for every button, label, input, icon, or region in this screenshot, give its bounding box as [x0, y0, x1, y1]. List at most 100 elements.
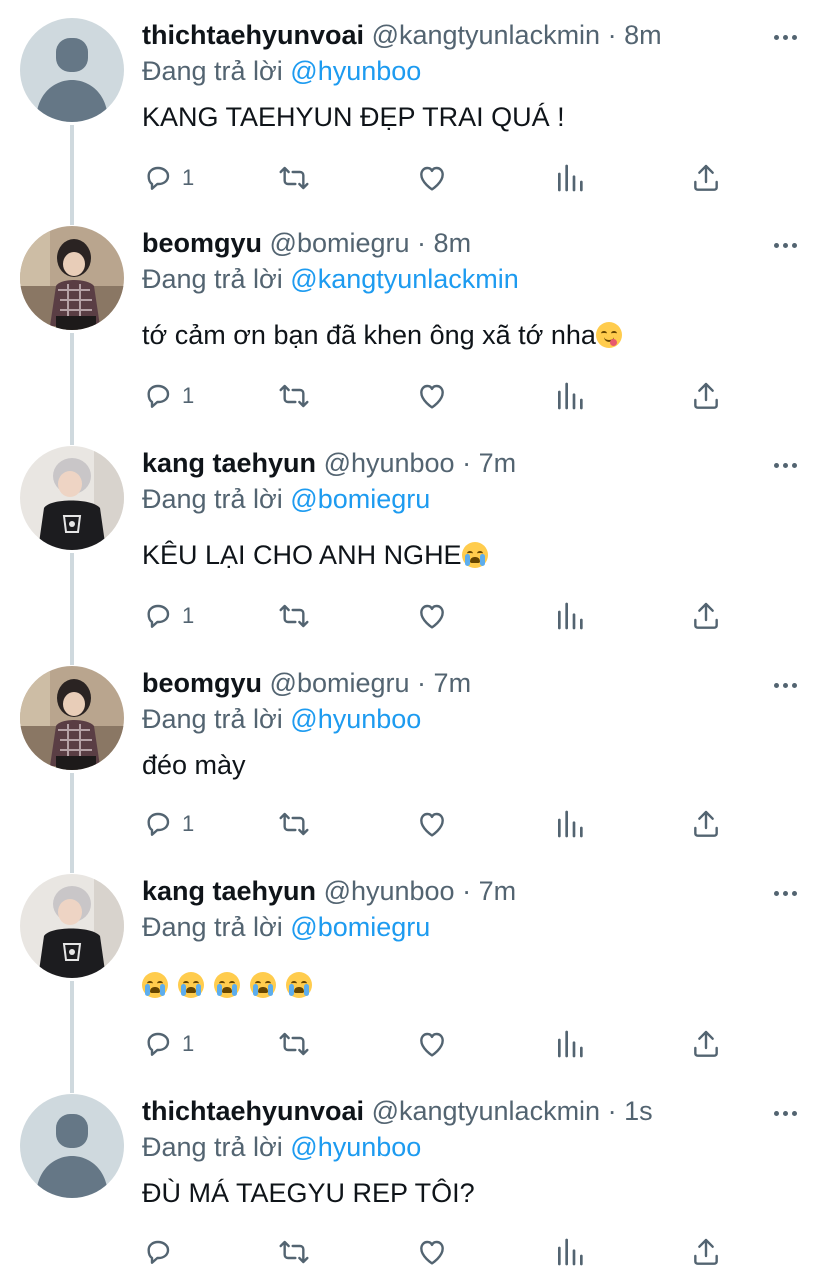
analytics-button[interactable] — [554, 596, 586, 636]
avatar[interactable] — [20, 18, 124, 122]
more-options-button[interactable] — [770, 1098, 800, 1128]
reply-button[interactable]: 1 — [142, 804, 194, 844]
analytics-button[interactable] — [554, 158, 586, 198]
share-button[interactable] — [690, 376, 722, 416]
separator: · — [607, 20, 617, 50]
more-options-button[interactable] — [770, 22, 800, 52]
timestamp[interactable]: 8m — [624, 20, 662, 50]
timestamp[interactable]: 7m — [479, 876, 517, 906]
reply-button[interactable]: 1 — [142, 158, 194, 198]
retweet-button[interactable] — [278, 376, 310, 416]
display-name[interactable]: beomgyu — [142, 228, 262, 258]
loudly-crying-face-icon — [142, 972, 168, 998]
avatar[interactable] — [20, 446, 124, 550]
share-button[interactable] — [690, 804, 722, 844]
mention-link[interactable]: @hyunboo — [290, 56, 421, 86]
tweet-actions: 1 — [142, 1024, 742, 1064]
mention-link[interactable]: @bomiegru — [290, 484, 430, 514]
like-button[interactable] — [416, 376, 448, 416]
reply-icon — [147, 1240, 170, 1264]
timestamp[interactable]: 7m — [479, 448, 517, 478]
mention-link[interactable]: @hyunboo — [290, 704, 421, 734]
retweet-icon — [279, 1032, 309, 1056]
reply-count: 1 — [182, 165, 195, 190]
display-name[interactable]: thichtaehyunvoai — [142, 1096, 364, 1126]
reply-count: 1 — [182, 603, 195, 628]
share-button[interactable] — [690, 596, 722, 636]
avatar[interactable] — [20, 1094, 124, 1198]
retweet-button[interactable] — [278, 596, 310, 636]
tweet-actions: 1 — [142, 804, 742, 844]
profile-photo-icon — [20, 226, 124, 330]
display-name[interactable]: beomgyu — [142, 668, 262, 698]
mention-link[interactable]: @kangtyunlackmin — [290, 264, 519, 294]
retweet-icon — [279, 812, 309, 836]
share-button[interactable] — [690, 1232, 722, 1272]
analytics-button[interactable] — [554, 1232, 586, 1272]
tweet[interactable]: kang taehyun @hyunboo · 7m Đang trả lời … — [0, 856, 828, 1076]
reply-prefix: Đang trả lời — [142, 264, 283, 294]
replying-to: Đang trả lời @hyunboo — [142, 1130, 421, 1164]
timestamp[interactable]: 8m — [434, 228, 472, 258]
more-options-button[interactable] — [770, 670, 800, 700]
loudly-crying-face-icon — [178, 972, 204, 998]
mention-link[interactable]: @bomiegru — [290, 912, 430, 942]
user-handle[interactable]: @bomiegru — [270, 228, 410, 258]
avatar[interactable] — [20, 226, 124, 330]
more-options-button[interactable] — [770, 450, 800, 480]
reply-icon — [147, 1032, 170, 1056]
share-button[interactable] — [690, 158, 722, 198]
timestamp[interactable]: 1s — [624, 1096, 653, 1126]
retweet-button[interactable] — [278, 804, 310, 844]
like-button[interactable] — [416, 1232, 448, 1272]
avatar[interactable] — [20, 666, 124, 770]
analytics-icon — [558, 382, 583, 410]
tweet[interactable]: beomgyu @bomiegru · 8m Đang trả lời @kan… — [0, 208, 828, 428]
reply-button[interactable]: 1 — [142, 1024, 194, 1064]
retweet-button[interactable] — [278, 158, 310, 198]
avatar[interactable] — [20, 874, 124, 978]
reply-prefix: Đang trả lời — [142, 912, 283, 942]
tweet-actions — [142, 1232, 742, 1272]
reply-button[interactable]: 1 — [142, 596, 194, 636]
tweet[interactable]: kang taehyun @hyunboo · 7m Đang trả lời … — [0, 428, 828, 648]
user-handle[interactable]: @kangtyunlackmin — [372, 1096, 601, 1126]
display-name[interactable]: kang taehyun — [142, 876, 316, 906]
retweet-icon — [279, 604, 309, 628]
user-handle[interactable]: @bomiegru — [270, 668, 410, 698]
analytics-button[interactable] — [554, 376, 586, 416]
display-name[interactable]: thichtaehyunvoai — [142, 20, 364, 50]
timestamp[interactable]: 7m — [434, 668, 472, 698]
like-button[interactable] — [416, 596, 448, 636]
tweet-text-content: ĐÙ MÁ TAEGYU REP TÔI? — [142, 1178, 475, 1208]
like-button[interactable] — [416, 1024, 448, 1064]
analytics-icon — [558, 602, 583, 630]
share-icon — [694, 164, 718, 191]
reply-icon — [147, 384, 170, 408]
more-options-button[interactable] — [770, 878, 800, 908]
display-name[interactable]: kang taehyun — [142, 448, 316, 478]
analytics-button[interactable] — [554, 1024, 586, 1064]
share-icon — [694, 810, 718, 837]
reply-button[interactable]: 1 — [142, 376, 194, 416]
replying-to: Đang trả lời @bomiegru — [142, 482, 430, 516]
like-icon — [420, 1032, 444, 1057]
analytics-button[interactable] — [554, 804, 586, 844]
reply-button[interactable] — [142, 1232, 182, 1272]
analytics-icon — [558, 1238, 583, 1266]
like-button[interactable] — [416, 158, 448, 198]
retweet-button[interactable] — [278, 1232, 310, 1272]
tweet[interactable]: beomgyu @bomiegru · 7m Đang trả lời @hyu… — [0, 648, 828, 858]
more-options-button[interactable] — [770, 230, 800, 260]
user-handle[interactable]: @hyunboo — [324, 876, 455, 906]
retweet-button[interactable] — [278, 1024, 310, 1064]
user-handle[interactable]: @kangtyunlackmin — [372, 20, 601, 50]
share-button[interactable] — [690, 1024, 722, 1064]
tweet[interactable]: thichtaehyunvoai @kangtyunlackmin · 1s Đ… — [0, 1076, 828, 1288]
tweet[interactable]: thichtaehyunvoai @kangtyunlackmin · 8m Đ… — [0, 0, 828, 210]
mention-link[interactable]: @hyunboo — [290, 1132, 421, 1162]
like-button[interactable] — [416, 804, 448, 844]
share-icon — [694, 602, 718, 629]
user-handle[interactable]: @hyunboo — [324, 448, 455, 478]
tweet-header: beomgyu @bomiegru · 8m — [142, 226, 471, 260]
